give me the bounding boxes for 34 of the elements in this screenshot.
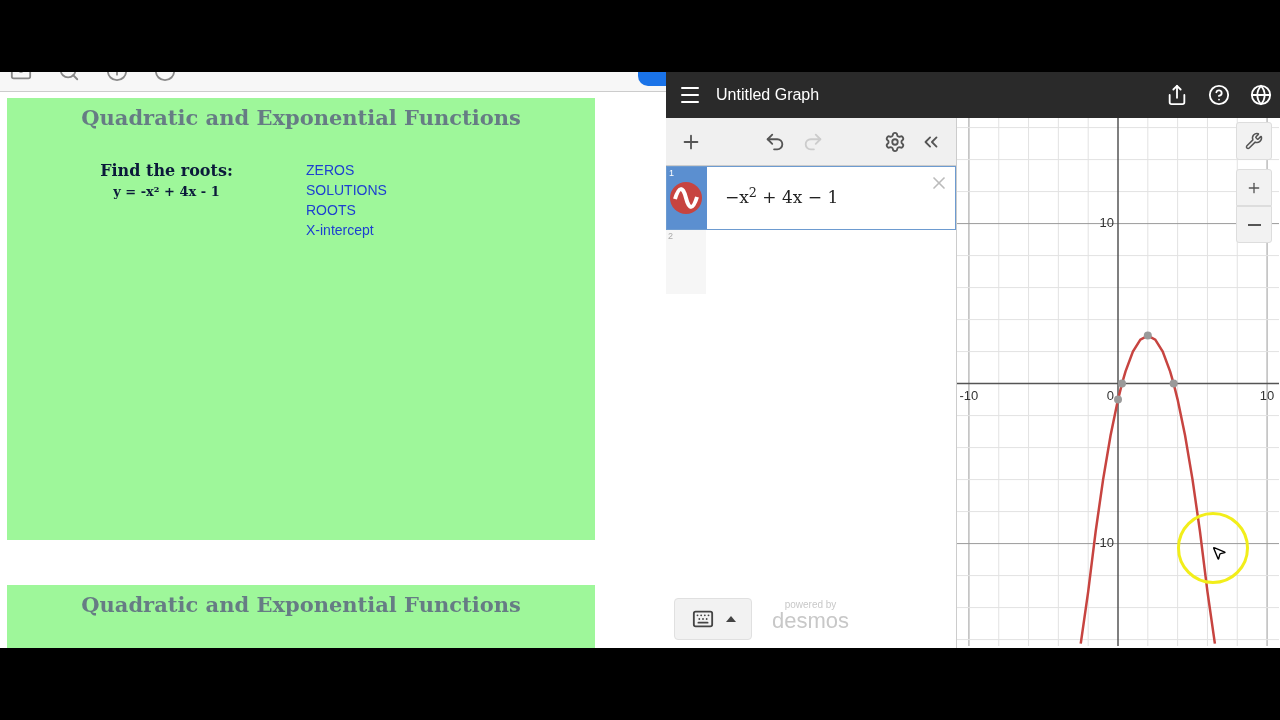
wrench-icon bbox=[1245, 132, 1263, 150]
settings-icon[interactable] bbox=[884, 130, 906, 153]
expression-number: 1 bbox=[668, 167, 675, 180]
term-text: X-intercept bbox=[306, 220, 375, 240]
prompt-text: Find the roots: bbox=[100, 159, 233, 182]
graph-title: Untitled Graph bbox=[716, 85, 820, 105]
term-text: ZEROS bbox=[306, 160, 356, 180]
keyboard-button[interactable] bbox=[674, 598, 752, 640]
term-text: SOLUTIONS bbox=[306, 180, 387, 200]
caret-icon bbox=[726, 616, 736, 622]
zoom-in-button[interactable] bbox=[1236, 169, 1272, 206]
tick-label: -10 bbox=[1095, 535, 1114, 551]
slide-title: Quadratic and Exponential Functions bbox=[80, 591, 522, 619]
minus-icon bbox=[1247, 223, 1261, 226]
help-icon[interactable] bbox=[1208, 84, 1230, 106]
tick-label: 10 bbox=[1259, 387, 1275, 403]
share-icon[interactable] bbox=[1166, 84, 1188, 106]
term-text: ROOTS bbox=[306, 200, 357, 220]
globe-icon[interactable] bbox=[1250, 84, 1272, 106]
graph-color-icon[interactable] bbox=[670, 181, 702, 214]
graph-plot[interactable]: -10 10 -10 10 0 bbox=[957, 118, 1279, 646]
wrench-button[interactable] bbox=[1236, 122, 1272, 160]
expression-input[interactable]: −x$^{2}$ + 4x − 1 bbox=[725, 185, 839, 211]
origin-label: 0 bbox=[1106, 387, 1114, 403]
toolbar-button[interactable] bbox=[638, 72, 666, 86]
tick-label: 10 bbox=[1099, 215, 1114, 231]
pointer-icon bbox=[1211, 544, 1227, 562]
slide-title: Quadratic and Exponential Functions bbox=[80, 104, 522, 132]
keyboard-icon bbox=[690, 608, 716, 630]
expression-row[interactable]: 1 −x$^{2}$ + 4x − 1 bbox=[666, 166, 956, 230]
expression-number: 2 bbox=[667, 230, 674, 243]
tick-label: -10 bbox=[959, 387, 979, 403]
point-markers[interactable] bbox=[1114, 331, 1178, 404]
equation-text: y = -x² + 4x - 1 bbox=[113, 182, 220, 201]
